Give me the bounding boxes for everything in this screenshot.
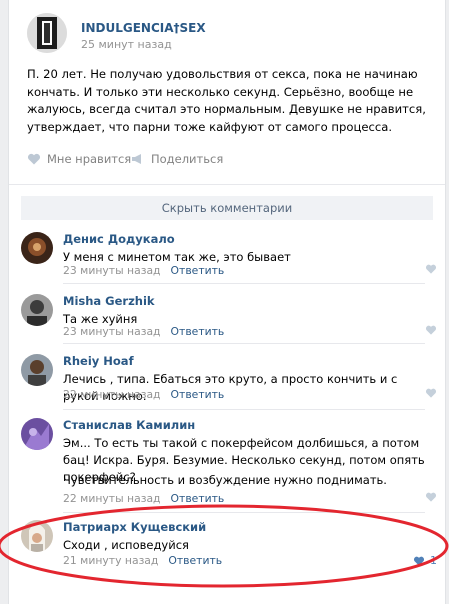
reply-button[interactable]: Ответить [171, 325, 225, 338]
commenter-name[interactable]: Патриарх Кущевский [63, 520, 206, 534]
divider [9, 184, 445, 185]
comment: Станислав Камилин Эм... То есть ты такой… [21, 418, 437, 508]
author-avatar[interactable] [27, 13, 67, 53]
divider [63, 512, 425, 513]
post-time[interactable]: 25 минут назад [81, 38, 172, 51]
commenter-name[interactable]: Misha Gerzhik [63, 294, 155, 308]
post-author[interactable]: INDULGENCIA†SEX [81, 21, 206, 35]
post-card: INDULGENCIA†SEX 25 минут назад П. 20 лет… [8, 0, 446, 604]
reply-button[interactable]: Ответить [171, 492, 225, 505]
comment-time[interactable]: 23 минуты назад [63, 325, 161, 338]
post-actions: Мне нравится Поделиться [27, 152, 427, 172]
commenter-avatar[interactable] [21, 520, 53, 552]
commenter-avatar[interactable] [21, 418, 53, 450]
commenter-name[interactable]: Станислав Камилин [63, 418, 195, 432]
comment-meta: 22 минуты назад Ответить [63, 492, 224, 505]
comment-text: Сходи , исповедуйся [63, 538, 189, 552]
comment-text-2: Чувствительность и возбуждение нужно под… [63, 473, 387, 487]
like-label: Мне нравится [47, 152, 132, 166]
reply-button[interactable]: Ответить [171, 388, 225, 401]
comment-meta: 21 минуту назад Ответить [63, 554, 222, 567]
comment-meta: 23 минуты назад Ответить [63, 325, 224, 338]
share-label: Поделиться [151, 152, 224, 166]
comment-time[interactable]: 22 минуты назад [63, 388, 161, 401]
comment: Денис Додукало У меня с минетом так же, … [21, 232, 437, 277]
commenter-name[interactable]: Rheiy Hoaf [63, 354, 134, 368]
commenter-avatar[interactable] [21, 232, 53, 264]
commenter-avatar[interactable] [21, 294, 53, 326]
divider [63, 409, 425, 410]
comment-like-button[interactable] [425, 388, 437, 398]
commenter-name[interactable]: Денис Додукало [63, 232, 175, 246]
comment-time[interactable]: 22 минуты назад [63, 492, 161, 505]
heart-icon [27, 153, 41, 165]
comment-like-button[interactable] [425, 492, 437, 502]
post-text: П. 20 лет. Не получаю удовольствия от се… [27, 67, 426, 134]
megaphone-icon [132, 154, 141, 164]
divider [63, 343, 425, 344]
reply-button[interactable]: Ответить [171, 264, 225, 277]
comment-time[interactable]: 21 минуту назад [63, 554, 158, 567]
comment-time[interactable]: 23 минуты назад [63, 264, 161, 277]
comment-like-button[interactable] [425, 325, 437, 335]
heart-icon [425, 325, 437, 335]
heart-icon [425, 492, 437, 502]
like-count: 1 [430, 554, 437, 567]
divider [63, 283, 425, 284]
comment-meta: 22 минуты назад Ответить [63, 388, 224, 401]
like-button[interactable]: Мне нравится [27, 152, 131, 166]
comment-meta: 23 минуты назад Ответить [63, 264, 224, 277]
heart-icon [425, 264, 437, 274]
post-header: INDULGENCIA†SEX 25 минут назад [27, 13, 427, 57]
comment: Misha Gerzhik Та же хуйня 23 минуты наза… [21, 294, 437, 338]
share-button[interactable]: Поделиться [131, 152, 223, 166]
hide-comments-button[interactable]: Скрыть комментарии [21, 196, 433, 220]
comment: Патриарх Кущевский Сходи , исповедуйся 2… [21, 520, 437, 570]
heart-icon [425, 388, 437, 398]
heart-icon [413, 556, 425, 566]
comment-like-button[interactable] [425, 264, 437, 274]
commenter-avatar[interactable] [21, 354, 53, 386]
reply-button[interactable]: Ответить [168, 554, 222, 567]
comment-like-button[interactable]: 1 [413, 554, 437, 567]
comment: Rheiy Hoaf Лечись , типа. Ебаться это кр… [21, 354, 437, 404]
